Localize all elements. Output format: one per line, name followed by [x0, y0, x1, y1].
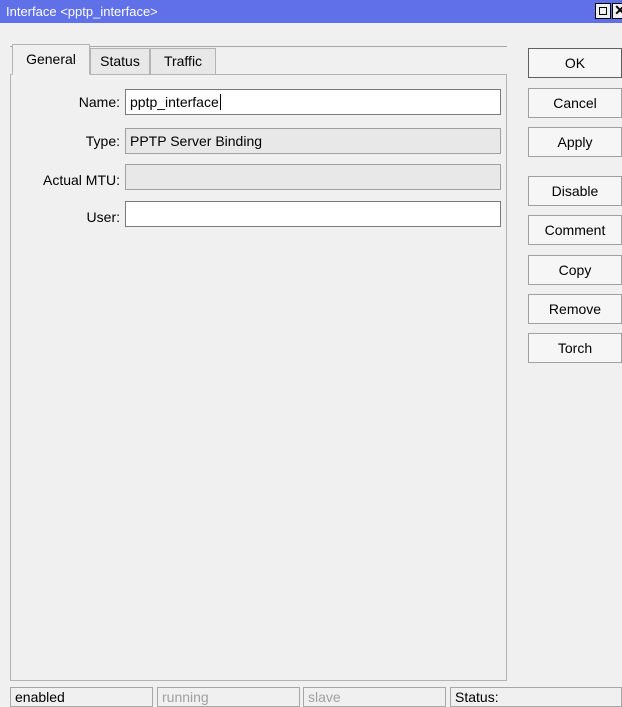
title-bar[interactable]: Interface <pptp_interface> ✕ — [0, 0, 622, 23]
text-cursor — [219, 94, 221, 110]
actual-mtu-label: Actual MTU: — [42, 172, 120, 188]
window-title: Interface <pptp_interface> — [6, 4, 158, 19]
cancel-button[interactable]: Cancel — [528, 88, 622, 118]
user-label: User: — [86, 209, 120, 225]
apply-button[interactable]: Apply — [528, 127, 622, 157]
status-enabled: enabled — [10, 687, 153, 707]
status-bar: enabled running slave Status: — [0, 684, 622, 707]
user-field[interactable] — [125, 201, 501, 227]
remove-button[interactable]: Remove — [528, 294, 622, 324]
name-value: pptp_interface — [130, 94, 219, 110]
status-running: running — [157, 687, 300, 707]
tab-status[interactable]: Status — [90, 48, 150, 75]
maximize-icon[interactable] — [595, 3, 611, 19]
torch-button[interactable]: Torch — [528, 333, 622, 363]
status-slave: slave — [303, 687, 446, 707]
actual-mtu-field — [125, 164, 501, 190]
type-label: Type: — [85, 133, 120, 149]
comment-button[interactable]: Comment — [528, 215, 622, 245]
type-field: PPTP Server Binding — [125, 128, 501, 154]
tab-traffic[interactable]: Traffic — [150, 48, 216, 75]
name-label: Name: — [78, 94, 120, 110]
name-field[interactable]: pptp_interface — [125, 89, 501, 115]
ok-button[interactable]: OK — [528, 48, 622, 78]
interface-dialog: Interface <pptp_interface> ✕ General Sta… — [0, 0, 622, 707]
disable-button[interactable]: Disable — [528, 176, 622, 206]
status-label: Status: — [450, 687, 622, 707]
close-icon[interactable]: ✕ — [612, 3, 622, 19]
copy-button[interactable]: Copy — [528, 255, 622, 285]
tab-general[interactable]: General — [12, 44, 90, 75]
